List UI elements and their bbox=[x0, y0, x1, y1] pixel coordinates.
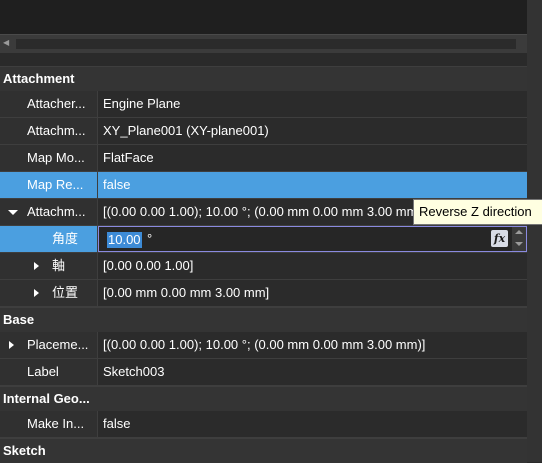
expand-arrow-icon[interactable] bbox=[34, 262, 39, 270]
horizontal-scrollbar[interactable]: ◀ bbox=[0, 34, 527, 53]
property-name: 軸 bbox=[52, 258, 66, 273]
property-name: 位置 bbox=[52, 285, 79, 300]
property-name: Map Mo... bbox=[27, 150, 85, 165]
property-row-axis[interactable]: 軸 [0.00 0.00 1.00] bbox=[0, 253, 527, 280]
property-value: [(0.00 0.00 1.00); 10.00 °; (0.00 mm 0.0… bbox=[103, 204, 426, 219]
property-value: false bbox=[103, 416, 131, 431]
section-internal-geometry[interactable]: Internal Geo... bbox=[0, 386, 527, 411]
section-sketch[interactable]: Sketch bbox=[0, 438, 527, 463]
property-row-attacher[interactable]: Attacher... Engine Plane bbox=[0, 91, 527, 118]
formula-icon[interactable]: fx bbox=[491, 230, 508, 247]
property-grid: Attachment Attacher... Engine Plane Atta… bbox=[0, 66, 527, 463]
property-value: XY_Plane001 (XY-plane001) bbox=[103, 123, 269, 138]
property-name: Label bbox=[27, 364, 59, 379]
property-value: Engine Plane bbox=[103, 96, 181, 111]
property-name: Make In... bbox=[27, 416, 85, 431]
spin-up-icon[interactable] bbox=[515, 230, 523, 234]
expand-arrow-icon[interactable] bbox=[9, 341, 14, 349]
property-name: 角度 bbox=[52, 231, 79, 246]
property-value: FlatFace bbox=[103, 150, 154, 165]
property-row-position[interactable]: 位置 [0.00 mm 0.00 mm 3.00 mm] bbox=[0, 280, 527, 307]
scroll-left-icon[interactable]: ◀ bbox=[3, 38, 9, 47]
property-value: false bbox=[103, 177, 131, 192]
property-row-placement[interactable]: Placeme... [(0.00 0.00 1.00); 10.00 °; (… bbox=[0, 332, 527, 359]
property-view-top-area bbox=[0, 0, 527, 34]
vertical-scrollbar[interactable] bbox=[527, 0, 542, 462]
property-row-map-mode[interactable]: Map Mo... FlatFace bbox=[0, 145, 527, 172]
property-value: [(0.00 0.00 1.00); 10.00 °; (0.00 mm 0.0… bbox=[103, 337, 426, 352]
property-value: [0.00 mm 0.00 mm 3.00 mm] bbox=[103, 285, 270, 300]
angle-input-value[interactable]: 10.00 bbox=[107, 232, 142, 248]
property-value: [0.00 0.00 1.00] bbox=[103, 258, 194, 273]
angle-editor[interactable]: 10.00 ° fx bbox=[98, 226, 527, 252]
property-name: Attachm... bbox=[27, 204, 86, 219]
expand-arrow-icon[interactable] bbox=[34, 289, 39, 297]
property-name: Attachm... bbox=[27, 123, 86, 138]
property-row-angle[interactable]: 角度 10.00 ° fx bbox=[0, 226, 527, 253]
property-name: Attacher... bbox=[27, 96, 86, 111]
property-name: Map Re... bbox=[27, 177, 84, 192]
property-row-make-internals[interactable]: Make In... false bbox=[0, 411, 527, 438]
spin-box[interactable] bbox=[512, 227, 526, 251]
section-attachment[interactable]: Attachment bbox=[0, 66, 527, 91]
angle-unit: ° bbox=[147, 231, 153, 246]
property-value: Sketch003 bbox=[103, 364, 165, 379]
property-row-label[interactable]: Label Sketch003 bbox=[0, 359, 527, 386]
spin-down-icon[interactable] bbox=[515, 242, 523, 246]
collapse-arrow-icon[interactable] bbox=[8, 210, 18, 215]
scrollbar-thumb[interactable] bbox=[16, 39, 516, 49]
tooltip: Reverse Z direction bbox=[413, 199, 542, 225]
property-row-map-reversed[interactable]: Map Re... false bbox=[0, 172, 527, 199]
section-base[interactable]: Base bbox=[0, 307, 527, 332]
property-name: Placeme... bbox=[27, 337, 89, 352]
property-row-attachment-support[interactable]: Attachm... XY_Plane001 (XY-plane001) bbox=[0, 118, 527, 145]
